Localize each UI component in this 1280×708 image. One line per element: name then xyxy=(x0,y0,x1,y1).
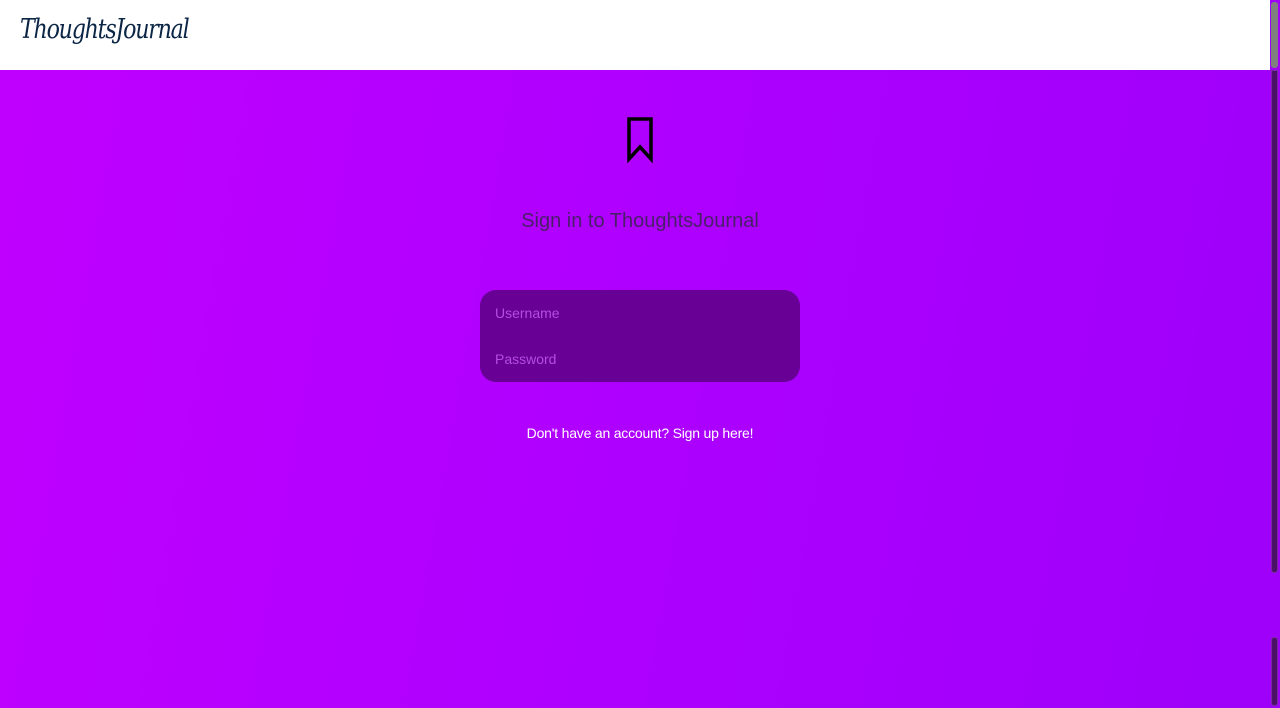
login-page: Sign in to ThoughtsJournal Don't have an… xyxy=(0,70,1270,708)
scrollbar-segment xyxy=(1271,70,1278,573)
password-input[interactable] xyxy=(480,336,800,382)
scrollbar-thumb[interactable] xyxy=(1271,2,1278,68)
page-title: Sign in to ThoughtsJournal xyxy=(521,210,759,232)
signup-link[interactable]: Don't have an account? Sign up here! xyxy=(0,425,1280,441)
bookmark-icon xyxy=(627,117,653,163)
login-form xyxy=(480,290,800,382)
navbar: ThoughtsJournal xyxy=(0,0,1270,70)
scrollbar-segment xyxy=(1271,637,1278,706)
brand-logo-link[interactable]: ThoughtsJournal xyxy=(20,14,190,45)
scrollbar[interactable] xyxy=(1270,0,1280,708)
username-input[interactable] xyxy=(480,290,800,336)
